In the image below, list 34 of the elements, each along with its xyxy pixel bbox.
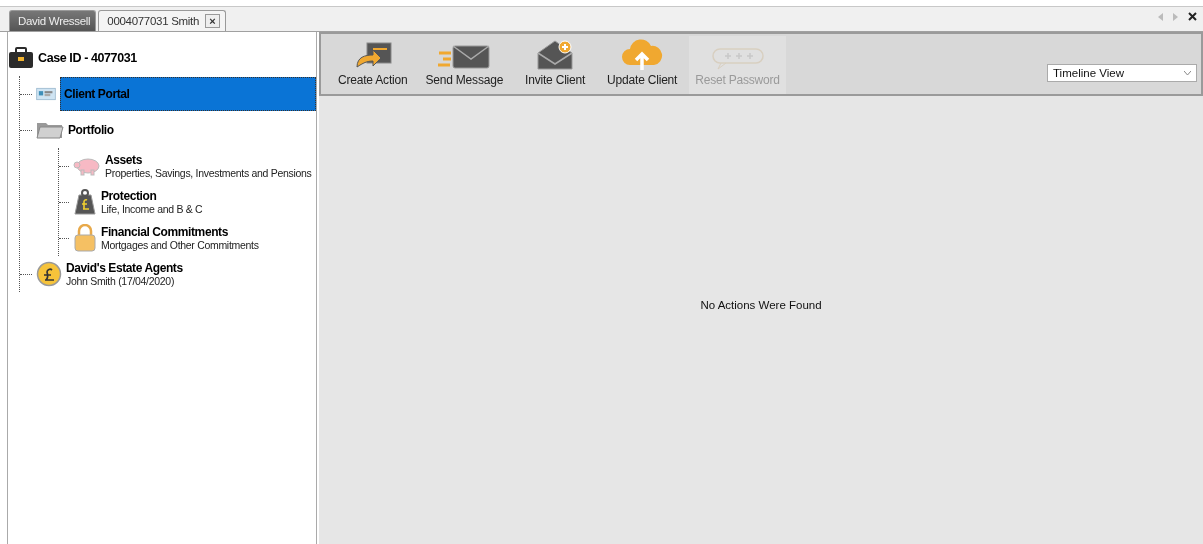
toolbar-button[interactable]: Create Action [332,36,414,94]
tree-item[interactable]: Assets [105,153,312,167]
password-bubble-icon [710,47,765,71]
scroll-right-icon[interactable] [1173,12,1178,21]
chevron-down-icon [1184,70,1191,76]
tree-item-subtitle: Mortgages and Other Commitments [101,239,259,251]
tree-item[interactable]: David's Estate Agents [66,261,183,275]
tab[interactable]: David Wressell [9,10,97,31]
tree-item[interactable]: Case ID - 4077031 [38,51,137,65]
tree-item[interactable]: Financial Commitments [101,225,259,239]
folder-icon [36,120,64,140]
tree-item-subtitle: John Smith (17/04/2020) [66,275,176,287]
toolbar-button[interactable]: Send Message [419,36,510,94]
cloud-upload-icon [620,39,665,71]
tab[interactable]: 0004077031 Smith × [98,10,227,31]
close-button[interactable]: × [205,14,221,28]
tree-item[interactable]: Client Portal [60,77,316,111]
weight-icon [73,189,97,215]
toolbar-button[interactable]: Update Client [601,36,684,94]
envelope-icon [437,43,492,71]
empty-message: No Actions Were Found [700,299,822,311]
tree-item-subtitle: Properties, Savings, Investments and Pensions [105,167,312,179]
tree-item-subtitle: Life, Income and B & C [101,203,203,215]
tree-item[interactable]: Protection [101,189,203,203]
piggy-bank-icon [73,155,101,177]
scroll-left-icon[interactable] [1158,12,1163,21]
pound-coin-icon [36,261,62,287]
close-icon[interactable] [1188,12,1197,21]
tree-item[interactable]: Portfolio [68,123,114,137]
envelope-plus-icon [535,39,576,71]
view-dropdown[interactable]: Timeline View [1047,64,1197,82]
padlock-icon [73,224,97,252]
toolbar-button[interactable]: Invite Client [515,36,596,94]
briefcase-icon [8,47,34,69]
